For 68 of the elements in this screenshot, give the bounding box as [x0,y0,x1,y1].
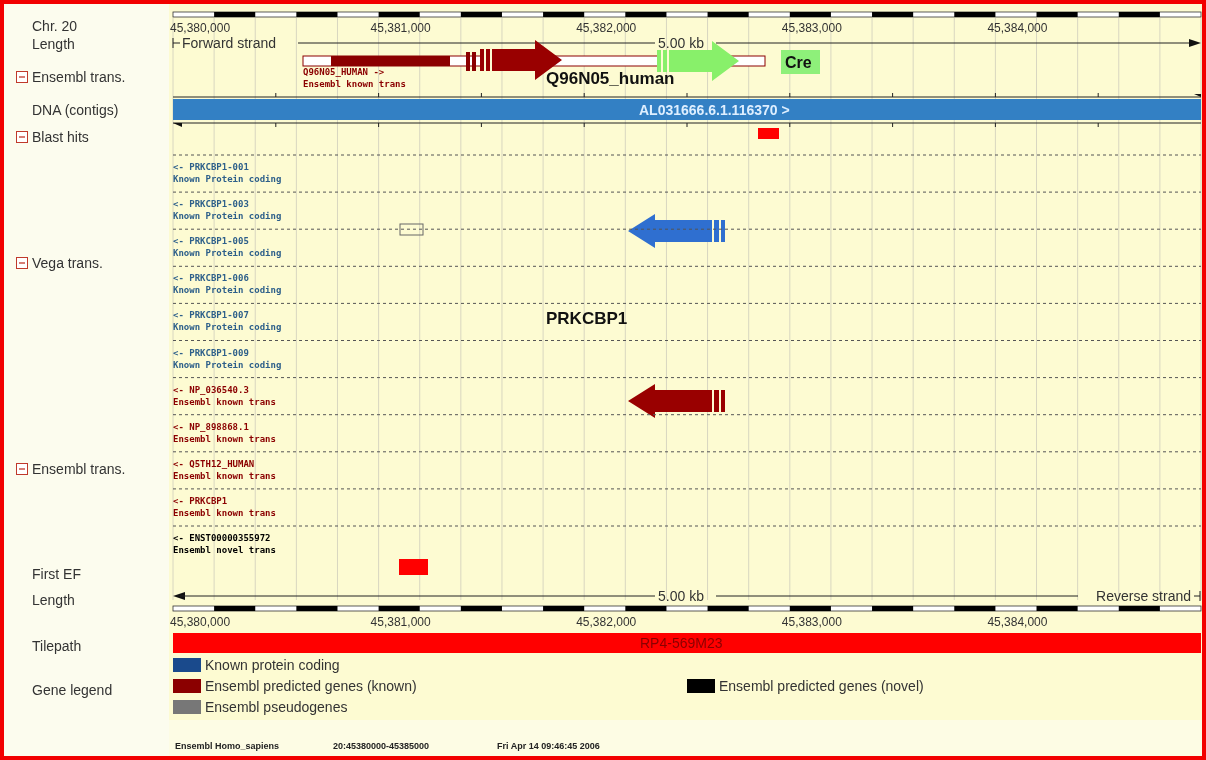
transcript-type: Ensembl known trans [173,470,276,481]
tick-label: 45,381,000 [370,21,431,35]
track-label: Length [32,36,75,52]
tick-label: 45,382,000 [576,615,637,629]
transcript-type: Known Protein coding [173,248,282,259]
track-label: Tilepath [32,637,82,654]
transcript-name: <- NP_036540.3 [173,384,249,395]
legend-label: Ensembl predicted genes (novel) [719,678,924,694]
transcript-type: Ensembl known trans [303,79,406,89]
transcript-name: <- PRKCBP1-006 [173,273,249,284]
collapse-icon[interactable] [16,130,28,143]
strand-label: Reverse strand [1096,588,1191,604]
tick-label: 45,380,000 [170,21,231,35]
footer-text: Fri Apr 14 09:46:45 2006 [497,741,600,751]
tick-label: 45,381,000 [370,615,431,629]
transcript-type: Known Protein coding [173,174,282,184]
tick-label: 45,382,000 [576,21,637,35]
transcript-type: Known Protein coding [173,285,282,296]
transcript-name: <- PRKCBP1-007 [173,310,249,321]
legend-label: Known protein coding [205,657,340,673]
collapse-icon[interactable] [16,70,28,83]
tick-label: 45,384,000 [987,615,1048,629]
track-label: Ensembl trans. [32,68,126,85]
transcript-type: Known Protein coding [173,359,282,370]
scale-label: 5.00 kb [658,35,704,51]
blast-hit [758,128,779,139]
gene-tag: Cre [781,50,820,74]
track-label: DNA (contigs) [32,102,119,118]
collapse-icon[interactable] [16,463,28,475]
gene-label: Q96N05_human [546,69,675,88]
transcript-name: <- ENST00000355972 [173,533,271,543]
track-label: Vega trans. [32,255,103,271]
contig-label: AL031666.6.1.116370 > [639,102,790,118]
legend-label: Ensembl pseudogenes [205,699,348,715]
transcript-name: <- NP_898868.1 [173,421,249,432]
transcript-type: Ensembl known trans [173,507,276,518]
track-label: Ensembl trans. [32,461,126,477]
track-label: Chr. 20 [32,18,78,34]
collapse-icon[interactable] [16,257,28,269]
tick-label: 45,384,000 [987,21,1048,35]
first-ef-hit [399,559,428,575]
clone-label: RP4-569M23 [640,635,723,651]
footer-text: 20:45380000-45385000 [333,741,430,751]
tick-label: 45,380,000 [170,615,231,629]
transcript-type: Ensembl known trans [173,396,276,407]
transcript-name: Q96N05_HUMAN -> [303,67,385,77]
transcript-type: Known Protein coding [173,322,282,333]
transcript-name: <- PRKCBP1-001 [173,162,249,172]
track-label: Gene legend [32,681,113,698]
transcript-type: Known Protein coding [173,211,282,222]
strand-label: Forward strand [182,35,277,51]
legend-label: Ensembl predicted genes (known) [205,678,417,694]
transcript-name: <- PRKCBP1-003 [173,199,249,210]
track-label: First EF [32,565,81,582]
scale-label: 5.00 kb [658,588,704,604]
gene-label: PRKCBP1 [546,309,628,328]
track-label: Blast hits [32,128,89,145]
tick-label: 45,383,000 [781,615,842,629]
tick-label: 45,383,000 [781,21,842,35]
transcript-name: <- Q5TH12_HUMAN [173,458,255,469]
transcript-type: Ensembl novel trans [173,545,276,555]
track-label: Length [32,591,75,608]
transcript-name: <- PRKCBP1 [173,495,228,506]
transcript-name: <- PRKCBP1-009 [173,347,249,358]
exon-outline [399,223,424,236]
transcript-name: <- PRKCBP1-005 [173,236,249,247]
transcript-type: Ensembl known trans [173,433,276,444]
footer-text: Ensembl Homo_sapiens [175,741,280,751]
